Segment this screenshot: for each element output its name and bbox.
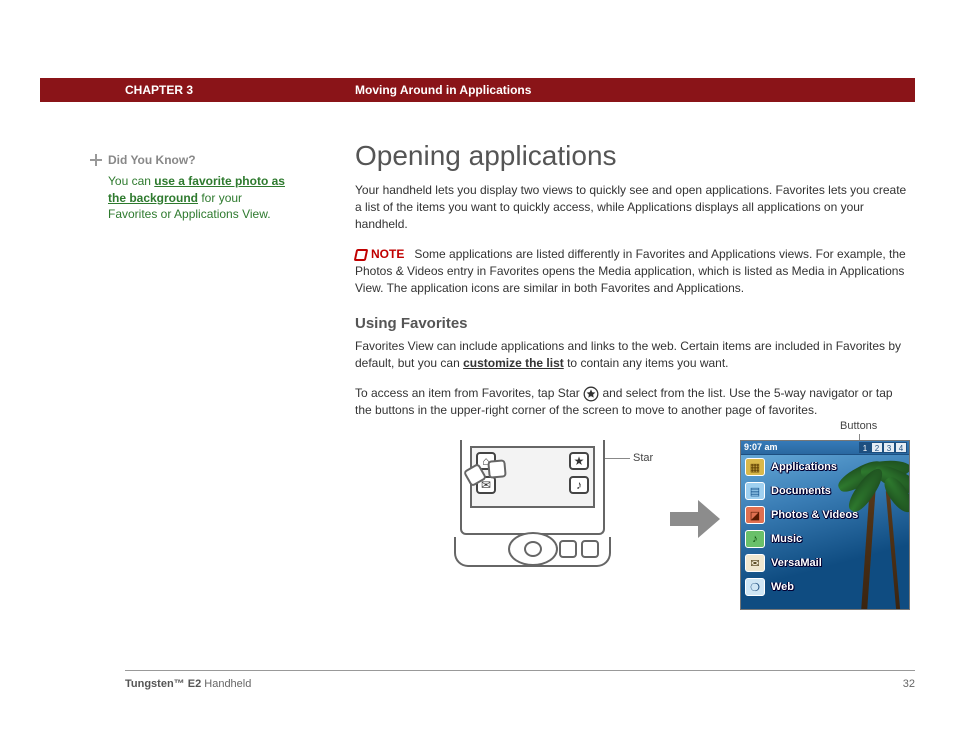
note-block: NOTE Some applications are listed differ…: [355, 246, 910, 296]
did-you-know-box: Did You Know? You can use a favorite pho…: [108, 152, 288, 223]
fav-p1-b: to contain any items you want.: [564, 356, 729, 370]
favorites-item[interactable]: ▤ Documents: [741, 479, 909, 503]
chapter-title: Moving Around in Applications: [355, 83, 531, 97]
fav-p2-a: To access an item from Favorites, tap St…: [355, 386, 583, 400]
intro-paragraph: Your handheld lets you display two views…: [355, 182, 910, 232]
chapter-number: CHAPTER 3: [125, 83, 193, 97]
footer-product-name: Tungsten™ E2: [125, 678, 201, 690]
favorites-item[interactable]: ✉ VersaMail: [741, 551, 909, 575]
main-content: Opening applications Your handheld lets …: [355, 140, 910, 433]
footer-product-rest: Handheld: [201, 678, 251, 690]
page-tab-3[interactable]: 3: [883, 442, 895, 453]
favorites-item-label: Documents: [771, 485, 831, 497]
section-heading: Using Favorites: [355, 315, 910, 332]
hw-button-3: [559, 540, 577, 558]
favorites-item[interactable]: ♪ Music: [741, 527, 909, 551]
favorites-item-icon: ▦: [745, 458, 765, 476]
favorites-item-icon: ✉: [745, 554, 765, 572]
favorites-para-2: To access an item from Favorites, tap St…: [355, 385, 910, 419]
customize-list-link[interactable]: customize the list: [463, 356, 564, 370]
device-illustration: ⌂ ✉ ★ ♪: [450, 440, 615, 605]
screenshot-topbar: 9:07 am 1 2 3 4: [741, 441, 909, 455]
page-tabs: 1 2 3 4: [859, 442, 907, 454]
callout-buttons-label: Buttons: [840, 420, 877, 432]
favorites-item-label: Photos & Videos: [771, 509, 858, 521]
star-icon: [583, 386, 599, 402]
chapter-header: CHAPTER 3 Moving Around in Applications: [40, 78, 915, 102]
footer-rule: [125, 670, 915, 671]
favorites-item-icon: ♪: [745, 530, 765, 548]
favorites-item-label: VersaMail: [771, 557, 822, 569]
favorites-item[interactable]: ❍ Web: [741, 575, 909, 599]
note-text: Some applications are listed differently…: [355, 247, 906, 295]
note-icon: [355, 249, 367, 261]
arrow-icon: [670, 500, 720, 538]
screen-star-icon: ★: [569, 452, 589, 470]
callout-star-label: Star: [633, 452, 653, 464]
page-tab-1[interactable]: 1: [859, 442, 871, 453]
favorites-item[interactable]: ◪ Photos & Videos: [741, 503, 909, 527]
dpad-center: [524, 541, 542, 557]
note-label: NOTE: [371, 247, 404, 261]
favorites-item[interactable]: ▦ Applications: [741, 455, 909, 479]
hw-button-4: [581, 540, 599, 558]
page-tab-4[interactable]: 4: [895, 442, 907, 453]
page-number: 32: [903, 678, 915, 690]
favorites-list: ▦ Applications ▤ Documents ◪ Photos & Videos ♪…: [741, 455, 909, 599]
favorites-screenshot: 9:07 am 1 2 3 4 ▦ Applications ▤ Documents ◪…: [740, 440, 910, 610]
plus-icon: [90, 154, 102, 166]
page: CHAPTER 3 Moving Around in Applications …: [0, 0, 954, 738]
favorites-para-1: Favorites View can include applications …: [355, 338, 910, 372]
did-you-know-heading: Did You Know?: [108, 152, 288, 169]
dyk-text-pre: You can: [108, 174, 154, 188]
did-you-know-body: You can use a favorite photo as the back…: [108, 173, 288, 223]
hw-button-2: [487, 459, 507, 479]
screenshot-time: 9:07 am: [744, 442, 778, 452]
favorites-item-icon: ❍: [745, 578, 765, 596]
screen-music-icon: ♪: [569, 476, 589, 494]
favorites-item-label: Music: [771, 533, 802, 545]
figure-area: Buttons Star ⌂ ✉ ★ ♪: [355, 420, 915, 620]
favorites-item-label: Applications: [771, 461, 837, 473]
favorites-item-label: Web: [771, 581, 794, 593]
footer-product: Tungsten™ E2 Handheld: [125, 678, 251, 690]
page-tab-2[interactable]: 2: [871, 442, 883, 453]
favorites-item-icon: ▤: [745, 482, 765, 500]
dpad: [508, 532, 558, 566]
page-title: Opening applications: [355, 140, 910, 172]
favorites-item-icon: ◪: [745, 506, 765, 524]
